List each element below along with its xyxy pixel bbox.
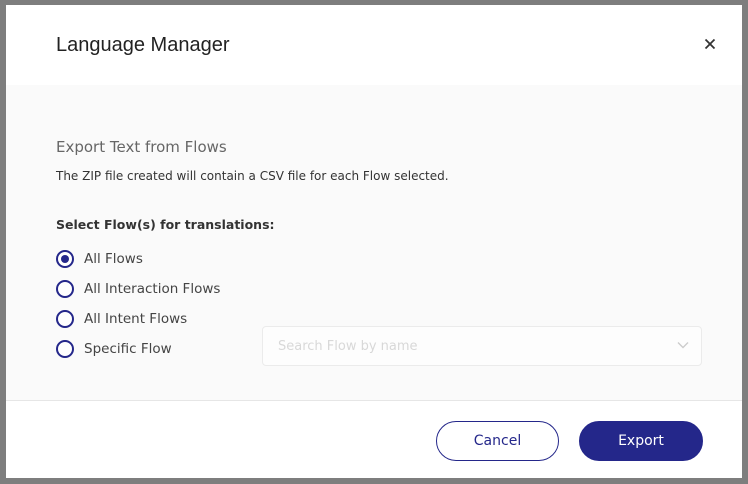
- dialog-title: Language Manager: [56, 34, 230, 56]
- radio-button[interactable]: [56, 310, 74, 328]
- chevron-down-icon: [677, 342, 689, 349]
- search-flow-select[interactable]: Search Flow by name: [262, 326, 702, 366]
- radio-button[interactable]: [56, 250, 74, 268]
- language-manager-dialog: Language Manager Export Text from Flows …: [0, 0, 748, 484]
- close-icon[interactable]: [702, 36, 718, 52]
- export-section-description: The ZIP file created will contain a CSV …: [56, 169, 449, 183]
- radio-button[interactable]: [56, 340, 74, 358]
- export-section-title: Export Text from Flows: [56, 138, 227, 156]
- radio-all-flows[interactable]: All Flows: [56, 249, 143, 269]
- radio-all-interaction-flows[interactable]: All Interaction Flows: [56, 279, 220, 299]
- radio-all-intent-flows[interactable]: All Intent Flows: [56, 309, 187, 329]
- select-flows-label: Select Flow(s) for translations:: [56, 217, 275, 232]
- radio-label: All Intent Flows: [84, 311, 188, 327]
- radio-label: All Flows: [84, 251, 143, 267]
- dialog-header: Language Manager: [6, 5, 742, 85]
- radio-label: All Interaction Flows: [84, 281, 221, 297]
- footer-divider: [6, 400, 742, 401]
- radio-button[interactable]: [56, 280, 74, 298]
- export-button[interactable]: Export: [579, 421, 703, 461]
- radio-label: Specific Flow: [84, 341, 172, 357]
- search-flow-placeholder: Search Flow by name: [278, 339, 418, 354]
- cancel-button[interactable]: Cancel: [436, 421, 559, 461]
- radio-specific-flow[interactable]: Specific Flow: [56, 339, 172, 359]
